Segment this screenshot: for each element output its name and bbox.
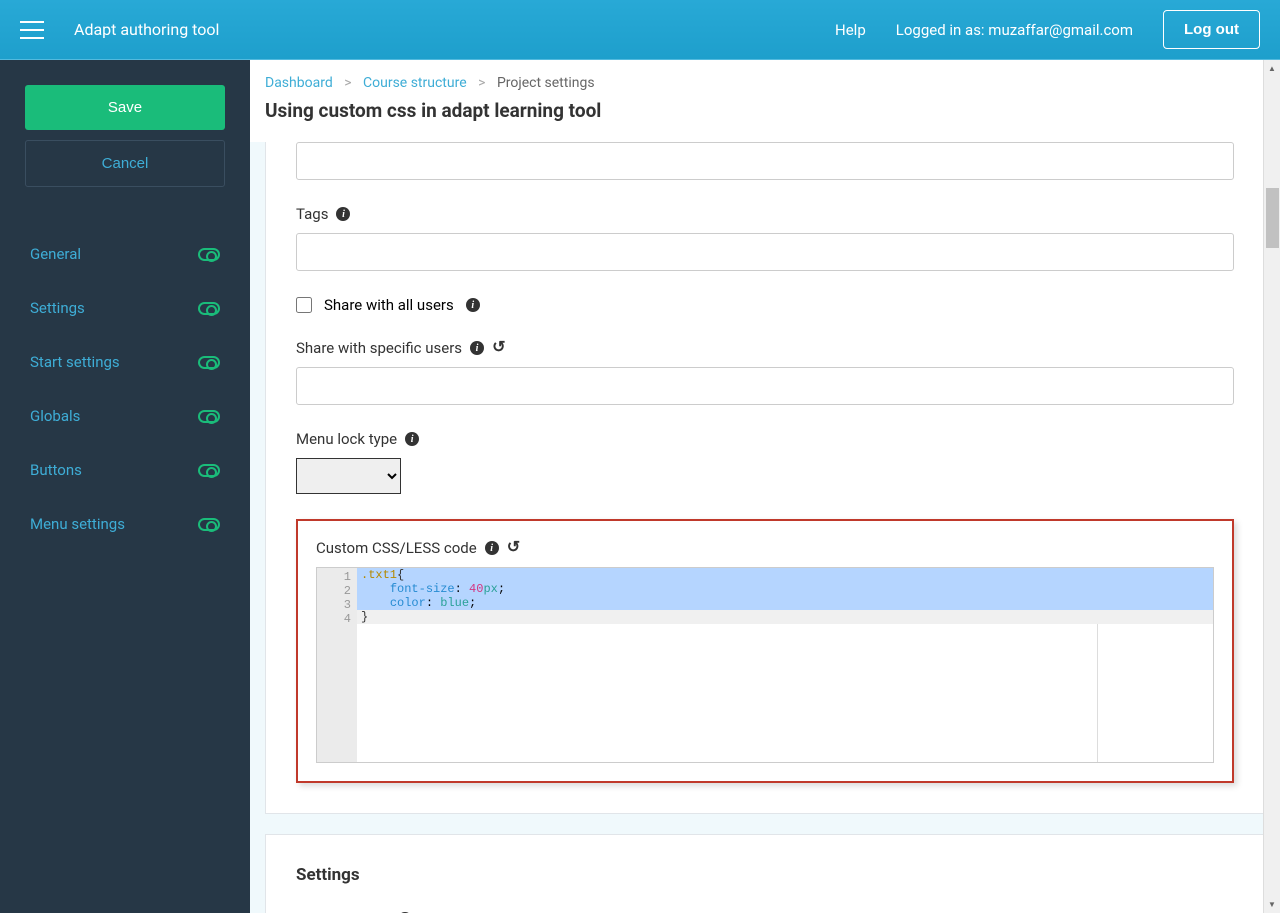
custom-css-label: Custom CSS/LESS code xyxy=(316,539,477,557)
form-panel: Tags i Share with all users i xyxy=(265,142,1265,814)
breadcrumb: Dashboard > Course structure > Project s… xyxy=(265,75,1265,91)
save-button[interactable]: Save xyxy=(25,85,225,130)
code-gutter: 1 2 3 4 xyxy=(317,568,357,762)
tags-label: Tags xyxy=(296,205,328,223)
info-icon[interactable]: i xyxy=(405,432,419,446)
breadcrumb-dashboard[interactable]: Dashboard xyxy=(265,75,333,91)
toggle-icon xyxy=(198,410,220,423)
scrollbar[interactable]: ▲ ▼ xyxy=(1263,60,1280,913)
cancel-button[interactable]: Cancel xyxy=(25,140,225,187)
share-all-checkbox[interactable] xyxy=(296,297,312,313)
share-all-label: Share with all users xyxy=(324,296,454,314)
settings-title: Settings xyxy=(296,865,1234,885)
breadcrumb-current: Project settings xyxy=(497,75,595,91)
settings-panel: Settings Menu Classes i xyxy=(265,834,1265,913)
reset-icon[interactable] xyxy=(492,341,506,355)
breadcrumb-course-structure[interactable]: Course structure xyxy=(363,75,467,91)
info-icon[interactable]: i xyxy=(466,298,480,312)
header: Adapt authoring tool Help Logged in as: … xyxy=(0,0,1280,60)
scroll-down-icon[interactable]: ▼ xyxy=(1264,896,1280,913)
code-editor[interactable]: 1 2 3 4 .txt1{ font-size: 40px; color: b… xyxy=(316,567,1214,763)
share-specific-input[interactable] xyxy=(296,367,1234,405)
info-icon[interactable]: i xyxy=(485,541,499,555)
info-icon[interactable]: i xyxy=(336,207,350,221)
share-specific-label: Share with specific users xyxy=(296,339,462,357)
reset-icon[interactable] xyxy=(507,541,521,555)
unnamed-input[interactable] xyxy=(296,142,1234,180)
scroll-thumb[interactable] xyxy=(1266,188,1279,248)
nav-general[interactable]: General xyxy=(25,227,225,281)
code-content[interactable]: .txt1{ font-size: 40px; color: blue; } xyxy=(357,568,1213,762)
toggle-icon xyxy=(198,518,220,531)
logout-button[interactable]: Log out xyxy=(1163,10,1260,49)
info-icon[interactable]: i xyxy=(470,341,484,355)
logged-in-status: Logged in as: muzaffar@gmail.com xyxy=(896,21,1133,39)
scroll-up-icon[interactable]: ▲ xyxy=(1264,60,1280,77)
toggle-icon xyxy=(198,248,220,261)
menu-lock-label: Menu lock type xyxy=(296,430,397,448)
nav-buttons[interactable]: Buttons xyxy=(25,443,225,497)
hamburger-menu-icon[interactable] xyxy=(20,21,44,39)
nav-globals[interactable]: Globals xyxy=(25,389,225,443)
tags-input[interactable] xyxy=(296,233,1234,271)
page-title: Using custom css in adapt learning tool xyxy=(265,99,1265,122)
menu-lock-select[interactable] xyxy=(296,458,401,494)
toggle-icon xyxy=(198,464,220,477)
nav-settings[interactable]: Settings xyxy=(25,281,225,335)
custom-css-section: Custom CSS/LESS code i 1 2 3 4 xyxy=(296,519,1234,783)
sidebar: Save Cancel General Settings Start setti… xyxy=(0,60,250,913)
help-link[interactable]: Help xyxy=(835,21,866,39)
main-content: Dashboard > Course structure > Project s… xyxy=(250,60,1280,913)
toggle-icon xyxy=(198,302,220,315)
nav-start-settings[interactable]: Start settings xyxy=(25,335,225,389)
app-title: Adapt authoring tool xyxy=(74,20,219,39)
toggle-icon xyxy=(198,356,220,369)
nav-menu-settings[interactable]: Menu settings xyxy=(25,497,225,551)
